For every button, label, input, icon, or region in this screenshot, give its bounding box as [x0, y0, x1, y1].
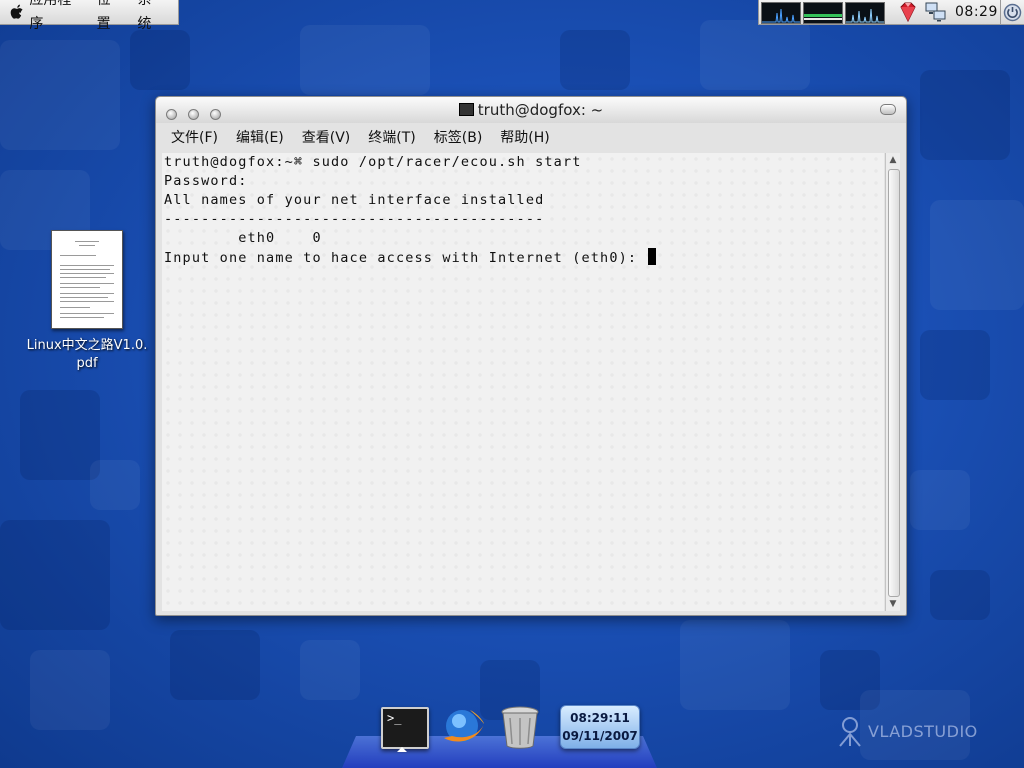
desktop-pdf-file[interactable]: Linux中文之路V1.0. pdf [22, 230, 152, 373]
terminal-line: truth@dogfox:~⌘ sudo /opt/racer/ecou.sh … [164, 154, 582, 170]
window-menubar: 文件(F) 编辑(E) 查看(V) 终端(T) 标签(B) 帮助(H) [162, 125, 898, 151]
network-graph [846, 8, 884, 23]
terminal-prompt-line: Input one name to hace access with Inter… [164, 248, 657, 267]
window-titlebar[interactable]: truth@dogfox: ~ [156, 97, 906, 123]
terminal-prompt-text: Input one name to hace access with Inter… [164, 250, 647, 266]
window-title: truth@dogfox: ~ [156, 101, 906, 119]
menu-file[interactable]: 文件(F) [162, 125, 227, 151]
vertical-scrollbar[interactable]: ▲ ▼ [885, 153, 900, 611]
panel-clock[interactable]: 08:29 [955, 0, 998, 24]
vladstudio-logo-icon [839, 717, 861, 747]
terminal-output[interactable]: truth@dogfox:~⌘ sudo /opt/racer/ecou.sh … [162, 153, 884, 611]
dock-clock-date: 09/11/2007 [562, 729, 638, 743]
network-monitor[interactable] [845, 2, 885, 24]
cpu-monitor[interactable] [761, 2, 801, 24]
terminal-line: ----------------------------------------… [164, 211, 545, 227]
dock-running-indicator [397, 747, 407, 752]
scroll-up-arrow-icon[interactable]: ▲ [887, 154, 899, 166]
menu-view[interactable]: 查看(V) [293, 125, 360, 151]
terminal-line: All names of your net interface installe… [164, 192, 545, 208]
apple-logo-icon[interactable] [10, 4, 23, 20]
terminal-icon [458, 103, 474, 116]
panel-tray: 08:29 [758, 0, 1001, 25]
terminal-line: Password: [164, 173, 248, 189]
memory-graph [804, 14, 842, 20]
window-title-text: truth@dogfox: ~ [477, 101, 604, 119]
dock-firefox-icon[interactable] [440, 704, 488, 750]
menu-edit[interactable]: 编辑(E) [227, 125, 293, 151]
menu-system[interactable]: 系统 [137, 0, 164, 36]
terminal-cursor [648, 248, 657, 265]
terminal-line: eth0 0 [164, 230, 322, 246]
network-status-icon[interactable] [925, 2, 947, 22]
power-icon [1003, 3, 1022, 22]
dock-trash-icon[interactable] [498, 704, 542, 750]
memory-monitor[interactable] [803, 2, 843, 24]
dock-clock-time: 08:29:11 [570, 711, 630, 725]
cpu-graph [762, 8, 800, 23]
scroll-down-arrow-icon[interactable]: ▼ [887, 598, 899, 610]
terminal-window: truth@dogfox: ~ 文件(F) 编辑(E) 查看(V) 终端(T) … [155, 96, 907, 616]
dock-terminal-icon[interactable]: >_ [381, 707, 429, 749]
menu-tabs[interactable]: 标签(B) [425, 125, 492, 151]
panel-menu-area: 应用程序 位置 系统 [0, 0, 179, 32]
desktop-icon-label-line2: pdf [76, 356, 98, 371]
menu-applications[interactable]: 应用程序 [29, 0, 82, 36]
maximize-button[interactable] [880, 104, 896, 115]
top-panel: 应用程序 位置 系统 08:29 [0, 0, 1024, 32]
menu-help[interactable]: 帮助(H) [491, 125, 558, 151]
dock-clock[interactable]: 08:29:11 09/11/2007 [560, 705, 640, 749]
vladstudio-watermark: VLADSTUDIO [836, 716, 986, 748]
pdf-file-icon [51, 230, 123, 329]
watermark-text: VLADSTUDIO [868, 722, 978, 741]
scrollbar-thumb[interactable] [888, 169, 900, 597]
menu-places[interactable]: 位置 [97, 0, 124, 36]
desktop-icon-label: Linux中文之路V1.0. pdf [22, 337, 152, 373]
desktop-icon-label-line1: Linux中文之路V1.0. [26, 338, 148, 353]
menu-terminal[interactable]: 终端(T) [359, 125, 424, 151]
power-button[interactable] [1000, 0, 1024, 25]
ruby-gem-icon[interactable] [897, 1, 919, 23]
